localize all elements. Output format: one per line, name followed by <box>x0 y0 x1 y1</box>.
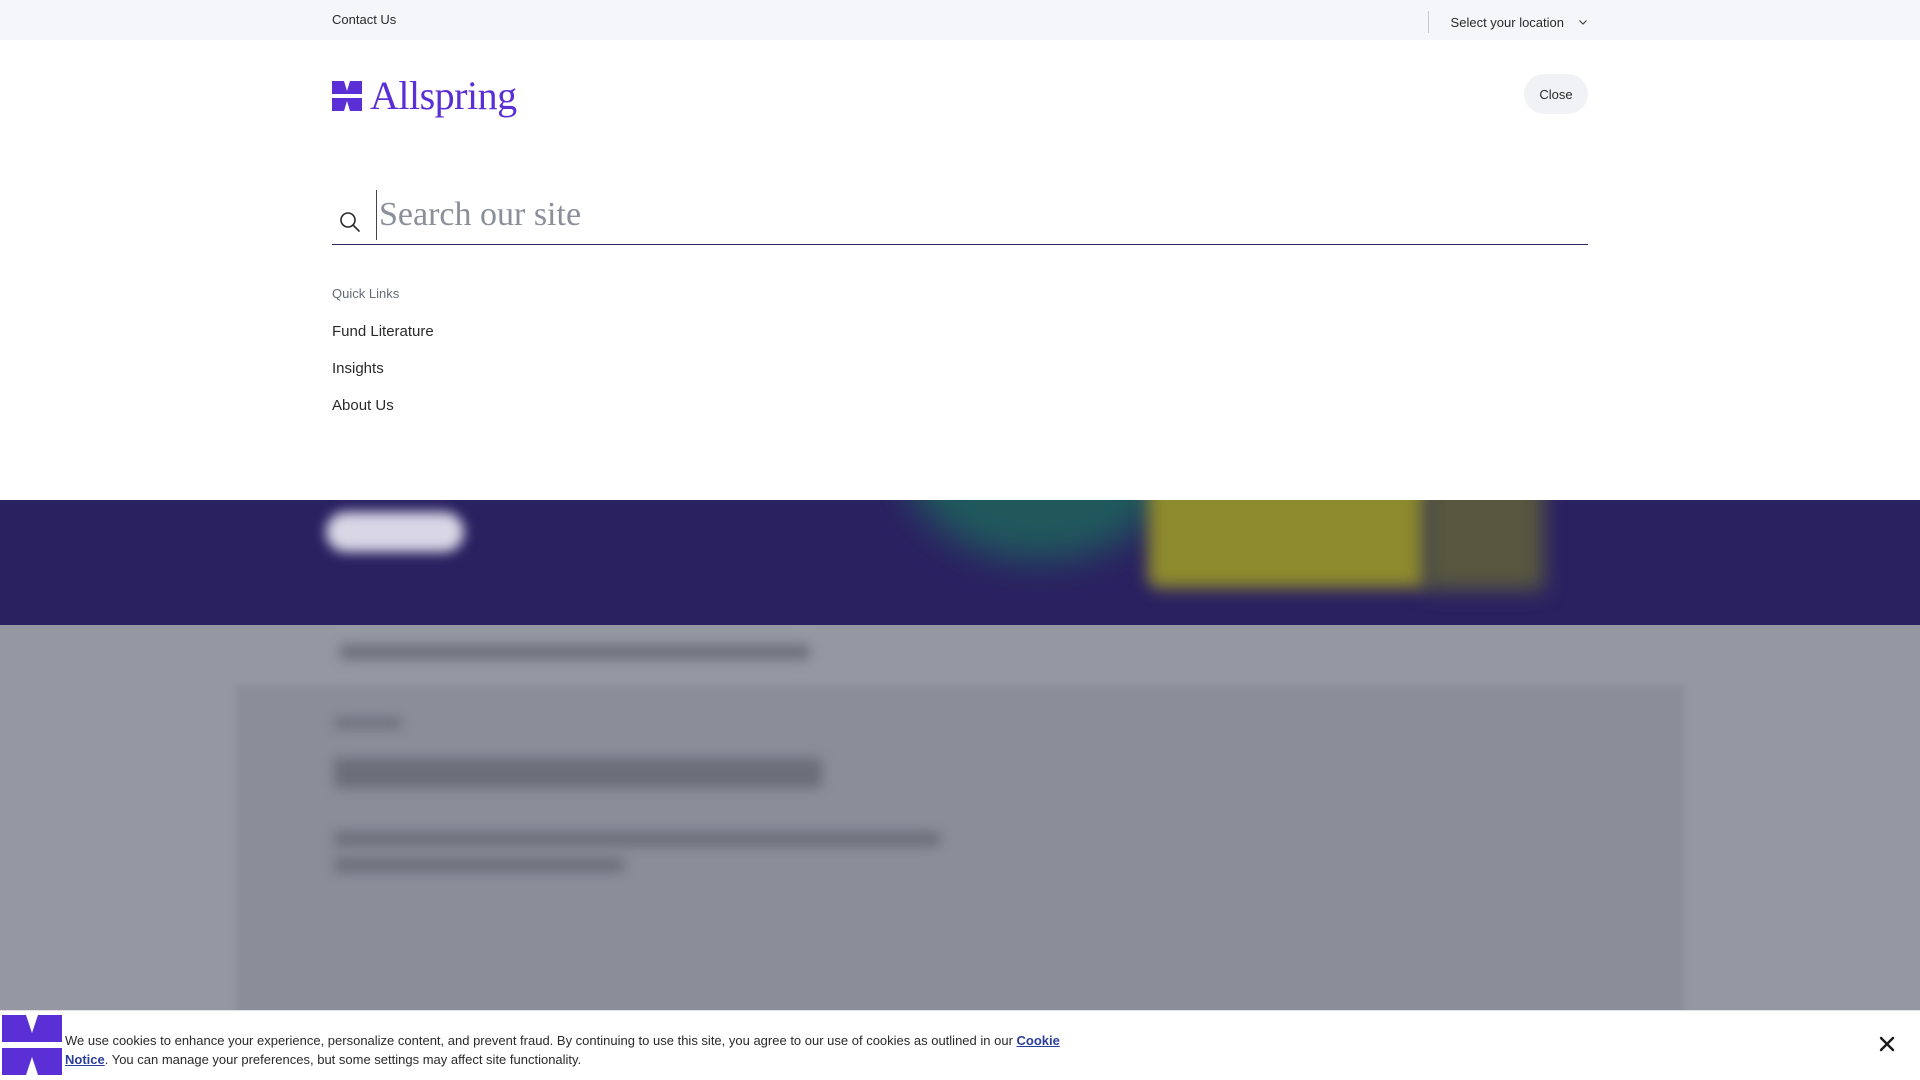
blurred-hero-button <box>326 512 464 552</box>
location-selector-label: Select your location <box>1450 14 1564 30</box>
allspring-logo-icon <box>2 1015 62 1075</box>
search-input[interactable] <box>376 190 1588 240</box>
blurred-tab-row <box>340 645 810 659</box>
blurred-eyebrow <box>334 718 402 728</box>
search-bar <box>332 186 1588 245</box>
location-selector[interactable]: Select your location <box>1427 11 1588 33</box>
cookie-message-start: We use cookies to enhance your experienc… <box>65 1033 1017 1048</box>
hero-background <box>0 500 1920 625</box>
blurred-heading <box>334 758 822 788</box>
cookie-message-end: . You can manage your preferences, but s… <box>104 1052 582 1067</box>
cookie-message: We use cookies to enhance your experienc… <box>65 1031 1065 1069</box>
utility-bar: Contact Us Select your location <box>0 0 1920 40</box>
quick-links: Quick Links Fund Literature Insights Abo… <box>332 286 434 434</box>
blurred-paragraph-line <box>334 832 940 846</box>
site-logo[interactable]: Allspring <box>332 76 517 116</box>
utility-bar-inner: Contact Us Select your location <box>332 0 1588 40</box>
logo-wordmark: Allspring <box>370 73 517 118</box>
chevron-down-icon <box>1579 20 1587 25</box>
quick-link-insights[interactable]: Insights <box>332 360 434 377</box>
blurred-paragraph-line <box>334 858 624 872</box>
search-panel: Allspring Close Quick Links Fund Literat… <box>0 40 1920 500</box>
quick-links-title: Quick Links <box>332 286 400 301</box>
cookie-close-button[interactable] <box>1878 1035 1896 1053</box>
search-icon <box>340 212 360 232</box>
close-button[interactable]: Close <box>1524 74 1588 114</box>
page: Contact Us Select your location Allsprin… <box>0 0 1920 1080</box>
allspring-logo-icon <box>332 81 362 111</box>
contact-us-link[interactable]: Contact Us <box>332 12 396 27</box>
blurred-green-shape <box>900 500 1180 560</box>
blurred-olive-shape <box>1424 500 1544 590</box>
close-icon <box>1879 1036 1895 1052</box>
quick-link-fund-literature[interactable]: Fund Literature <box>332 323 434 340</box>
cookie-banner: We use cookies to enhance your experienc… <box>0 1010 1920 1080</box>
blurred-content-card <box>236 685 1684 1015</box>
quick-link-about-us[interactable]: About Us <box>332 397 434 414</box>
blurred-yellow-shape <box>1148 500 1428 588</box>
